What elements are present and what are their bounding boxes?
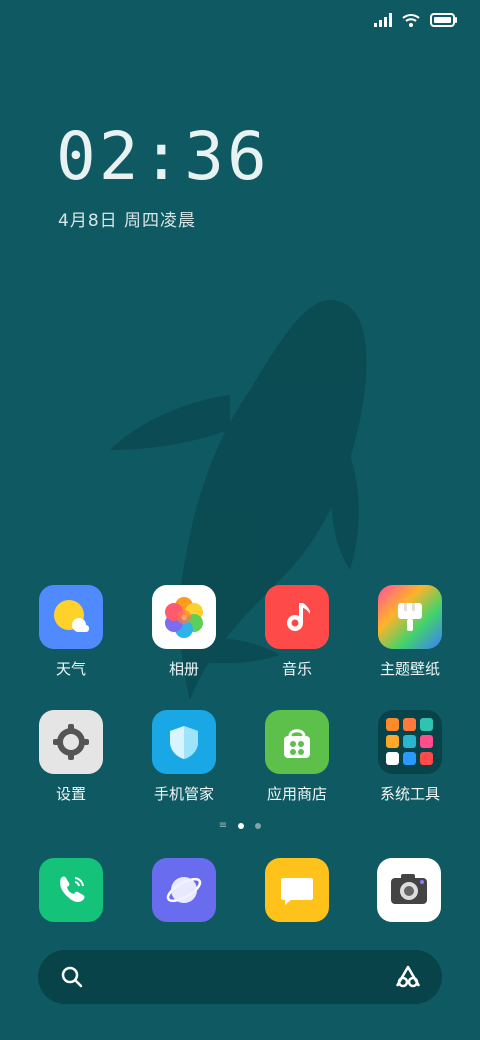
app-phone-manager[interactable]: 手机管家 [129, 710, 239, 804]
search-icon[interactable] [60, 965, 84, 989]
page-indicator[interactable]: ≡ [0, 821, 480, 831]
app-theme[interactable]: 主题壁纸 [355, 585, 465, 679]
lock-date: 4月8日 周四凌晨 [58, 211, 197, 231]
store-icon [265, 710, 329, 774]
status-bar [374, 10, 458, 30]
app-label: 相册 [168, 660, 199, 678]
music-icon [265, 585, 329, 649]
page-dot[interactable] [255, 823, 262, 829]
app-label: 音乐 [281, 660, 312, 678]
search-bar[interactable] [38, 950, 442, 1004]
page-list-icon[interactable]: ≡ [219, 821, 227, 831]
dock-phone[interactable] [39, 858, 103, 922]
app-label: 主题壁纸 [379, 660, 440, 678]
theme-icon [378, 585, 442, 649]
page-dot-active[interactable] [238, 823, 245, 829]
phone-icon [60, 876, 85, 903]
dock-camera[interactable] [377, 858, 441, 922]
battery-icon [430, 13, 457, 27]
app-label: 应用商店 [266, 785, 327, 803]
app-label: 系统工具 [379, 785, 440, 803]
assistant-icon[interactable] [394, 964, 422, 990]
folder-icon [378, 710, 442, 774]
app-music[interactable]: 音乐 [242, 585, 352, 679]
app-settings[interactable]: 设置 [16, 710, 126, 804]
wifi-icon [402, 14, 420, 27]
app-label: 天气 [55, 660, 86, 678]
dock-messages[interactable] [265, 858, 329, 922]
gear-icon [39, 710, 103, 774]
gallery-icon [152, 585, 216, 649]
app-label: 手机管家 [153, 785, 214, 803]
weather-icon [39, 585, 103, 649]
lock-time: 02:36 [56, 118, 270, 195]
signal-icon [374, 13, 392, 27]
dock-browser[interactable] [152, 858, 216, 922]
app-store[interactable]: 应用商店 [242, 710, 352, 804]
app-system-tools-folder[interactable]: 系统工具 [355, 710, 465, 804]
browser-icon [166, 877, 202, 903]
message-icon [281, 878, 313, 905]
app-weather[interactable]: 天气 [16, 585, 126, 679]
app-label: 设置 [55, 785, 86, 803]
camera-icon [391, 874, 427, 904]
app-gallery[interactable]: 相册 [129, 585, 239, 679]
shield-icon [152, 710, 216, 774]
